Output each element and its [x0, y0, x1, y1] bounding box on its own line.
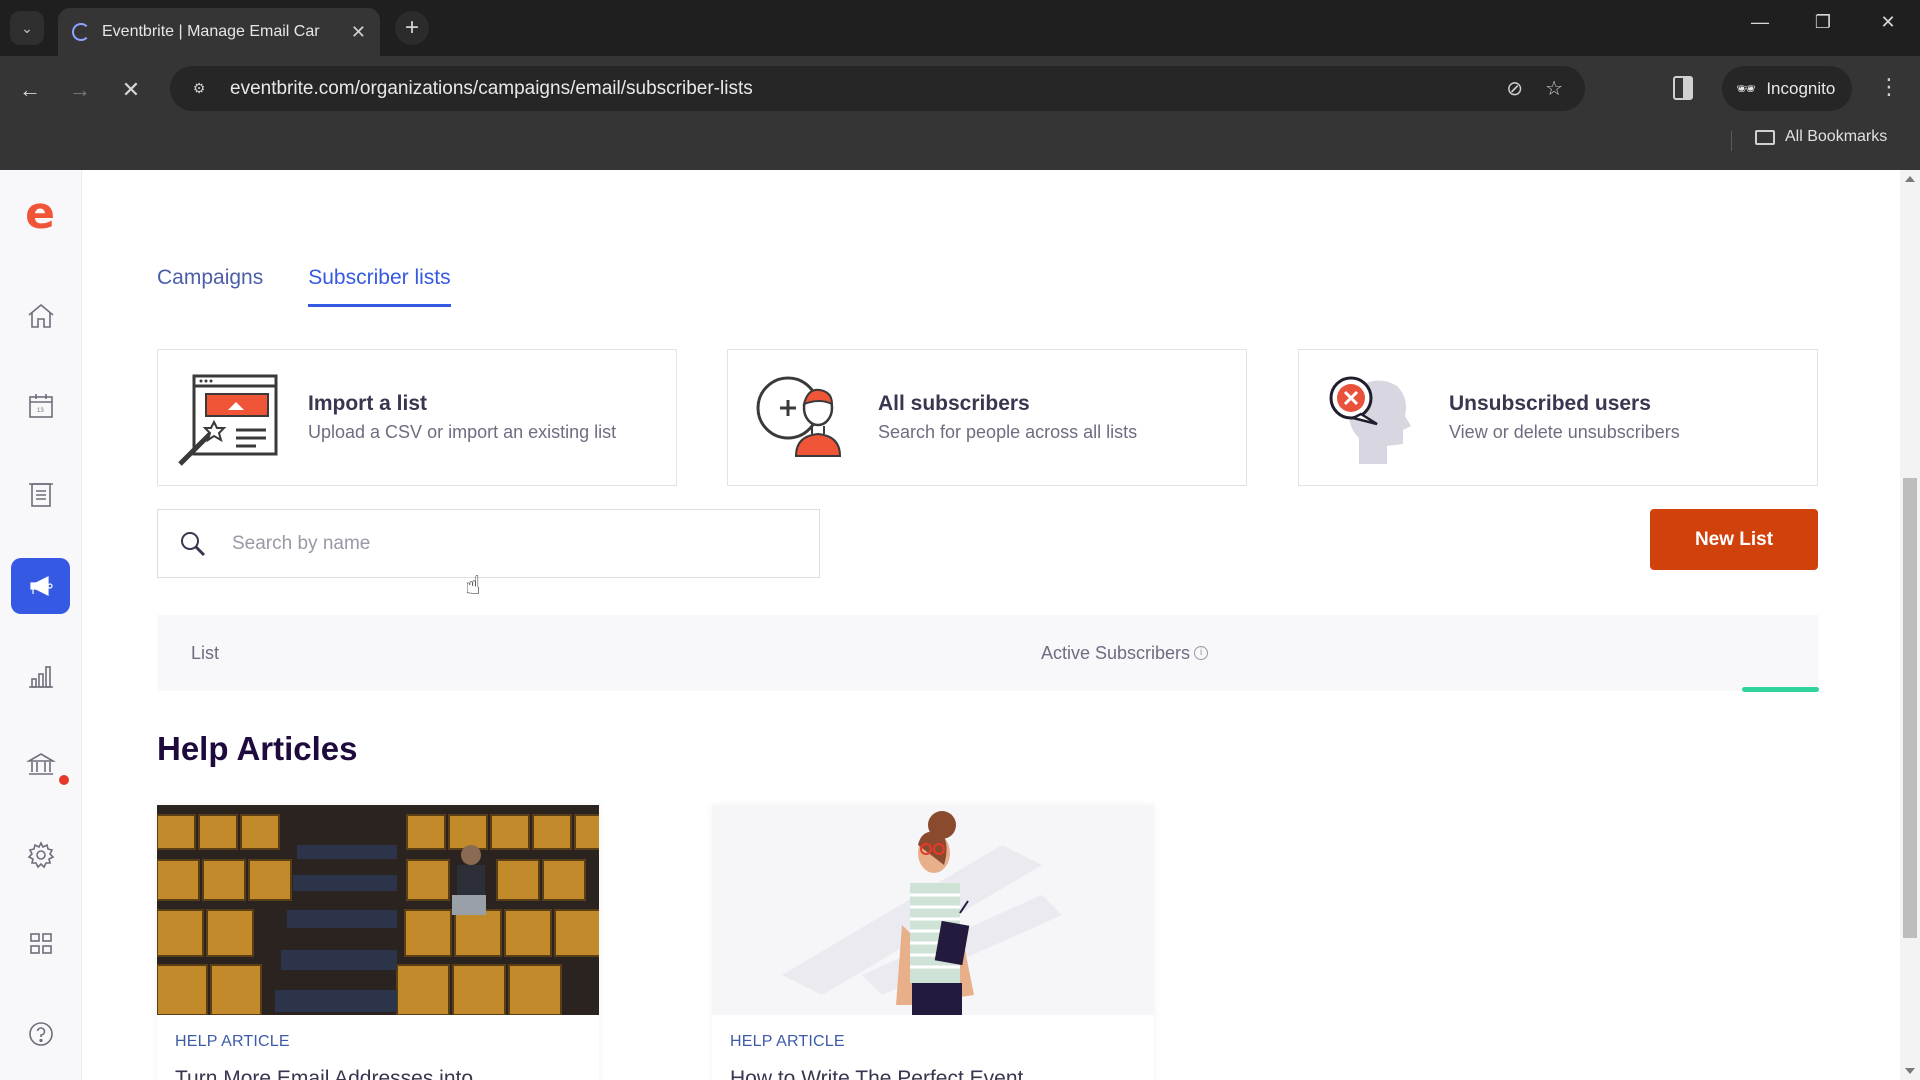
sidebar-item-events[interactable]: 13 — [11, 378, 70, 434]
incognito-badge[interactable]: 🕶 Incognito — [1722, 66, 1852, 111]
all-subscribers-text: All subscribers Search for people across… — [878, 392, 1137, 443]
scroll-down-arrow-icon[interactable] — [1905, 1068, 1915, 1074]
incognito-label: Incognito — [1766, 78, 1836, 98]
all-subscribers-card[interactable]: All subscribers Search for people across… — [727, 349, 1247, 486]
tab-search-button[interactable]: ⌄ — [10, 11, 44, 45]
eventbrite-logo[interactable]: e — [20, 192, 60, 236]
forward-button[interactable]: → — [62, 72, 98, 108]
card-title: Unsubscribed users — [1449, 392, 1651, 415]
help-article-card[interactable]: HELP ARTICLE How to Write The Perfect Ev… — [712, 805, 1154, 1080]
stop-loading-button[interactable]: ✕ — [113, 72, 149, 108]
search-field[interactable] — [157, 509, 820, 578]
folder-icon — [1755, 129, 1775, 145]
column-header-active-subscribers[interactable]: Active Subscribers i — [1041, 642, 1209, 664]
back-button[interactable]: ← — [12, 72, 48, 108]
info-icon[interactable]: i — [1194, 646, 1209, 660]
page-content: e 13 Campaigns Subscriber lists Import a… — [0, 170, 1920, 1080]
import-list-illustration-icon — [178, 374, 278, 466]
browser-menu-icon[interactable]: ⋮ — [1878, 74, 1900, 100]
unsubscribed-users-card[interactable]: Unsubscribed users View or delete unsubs… — [1298, 349, 1818, 486]
home-icon — [27, 303, 54, 328]
search-icon — [181, 531, 206, 556]
megaphone-icon — [29, 576, 53, 596]
help-article-card[interactable]: HELP ARTICLE Turn More Email Addresses i… — [157, 805, 599, 1080]
side-panel-icon[interactable] — [1673, 76, 1693, 100]
scroll-up-arrow-icon[interactable] — [1905, 176, 1915, 182]
sidebar-item-apps[interactable] — [11, 916, 70, 972]
minimize-button[interactable]: — — [1740, 12, 1780, 33]
sidebar-item-marketing[interactable] — [11, 558, 70, 614]
hand-cursor-icon: ☝ — [465, 570, 481, 600]
sidebar-item-settings[interactable] — [11, 827, 70, 883]
grid-icon — [29, 933, 52, 954]
sidebar-item-help[interactable] — [11, 1006, 70, 1062]
sidebar-item-reports[interactable] — [11, 648, 70, 704]
help-articles-heading: Help Articles — [157, 730, 358, 767]
card-description: Search for people across all lists — [878, 422, 1138, 442]
incognito-icon: 🕶 — [1736, 80, 1757, 98]
sidebar-item-home[interactable] — [11, 288, 70, 344]
page-scrollbar[interactable] — [1900, 170, 1920, 1080]
close-tab-icon[interactable]: ✕ — [351, 22, 366, 43]
svg-text:13: 13 — [37, 408, 44, 414]
receipt-icon — [28, 483, 53, 507]
tab-campaigns[interactable]: Campaigns — [157, 266, 263, 307]
unsubscribed-users-text: Unsubscribed users View or delete unsubs… — [1449, 392, 1680, 443]
import-list-card[interactable]: Import a list Upload a CSV or import an … — [157, 349, 677, 486]
address-bar[interactable]: ⚙ eventbrite.com/organizations/campaigns… — [170, 66, 1585, 111]
calendar-icon: 13 — [28, 394, 53, 418]
all-bookmarks-label: All Bookmarks — [1785, 128, 1888, 145]
eye-off-icon[interactable]: ⊘ — [1506, 76, 1523, 101]
article-title[interactable]: How to Write The Perfect Event — [730, 1067, 1023, 1080]
all-bookmarks-button[interactable]: All Bookmarks — [1755, 128, 1887, 146]
close-window-button[interactable]: ✕ — [1868, 12, 1908, 33]
url-text[interactable]: eventbrite.com/organizations/campaigns/e… — [230, 78, 1506, 100]
card-title: All subscribers — [878, 392, 1030, 415]
lists-table-header: List Active Subscribers i — [157, 615, 1819, 691]
bank-icon — [25, 753, 56, 775]
action-cards: Import a list Upload a CSV or import an … — [157, 349, 1819, 486]
loading-progress-bar — [1742, 687, 1819, 692]
sidebar-item-finance[interactable] — [11, 737, 70, 793]
woman-with-notepad-illustration — [712, 805, 1154, 1015]
card-description: View or delete unsubscribers — [1449, 422, 1680, 442]
search-input[interactable] — [232, 532, 792, 555]
article-title[interactable]: Turn More Email Addresses into — [175, 1067, 473, 1080]
active-subscribers-label: Active Subscribers — [1041, 642, 1191, 663]
site-info-icon[interactable]: ⚙ — [186, 80, 212, 97]
browser-tab[interactable]: Eventbrite | Manage Email Car ✕ — [58, 8, 380, 56]
notification-dot — [59, 775, 69, 785]
new-list-button[interactable]: New List — [1650, 509, 1818, 570]
all-subscribers-illustration-icon — [756, 376, 842, 457]
help-icon — [28, 1022, 53, 1046]
browser-tab-strip: ⌄ Eventbrite | Manage Email Car ✕ + — ❐ … — [0, 0, 1920, 56]
import-list-text: Import a list Upload a CSV or import an … — [308, 392, 616, 443]
card-description: Upload a CSV or import an existing list — [308, 422, 617, 442]
gear-icon — [27, 841, 54, 869]
restore-button[interactable]: ❐ — [1803, 12, 1843, 33]
campaign-tabs: Campaigns Subscriber lists — [157, 266, 496, 307]
theater-seats-image — [157, 805, 599, 1015]
bookmarks-divider — [1731, 131, 1732, 151]
main-content: Campaigns Subscriber lists Import a list — [82, 170, 1900, 1080]
unsubscribed-illustration-icon — [1329, 376, 1411, 464]
tab-subscriber-lists[interactable]: Subscriber lists — [308, 266, 451, 307]
tab-title: Eventbrite | Manage Email Car — [102, 23, 320, 40]
sidebar-item-orders[interactable] — [11, 467, 70, 523]
loading-favicon-icon — [72, 23, 90, 41]
bookmark-star-icon[interactable]: ☆ — [1545, 76, 1563, 101]
bar-chart-icon — [28, 666, 53, 688]
scrollbar-thumb[interactable] — [1903, 478, 1917, 938]
card-title: Import a list — [308, 392, 428, 415]
article-kicker: HELP ARTICLE — [730, 1033, 845, 1050]
sidebar: e 13 — [0, 170, 82, 1080]
new-tab-button[interactable]: + — [395, 11, 429, 45]
article-kicker: HELP ARTICLE — [175, 1033, 290, 1050]
column-header-list[interactable]: List — [191, 643, 219, 664]
